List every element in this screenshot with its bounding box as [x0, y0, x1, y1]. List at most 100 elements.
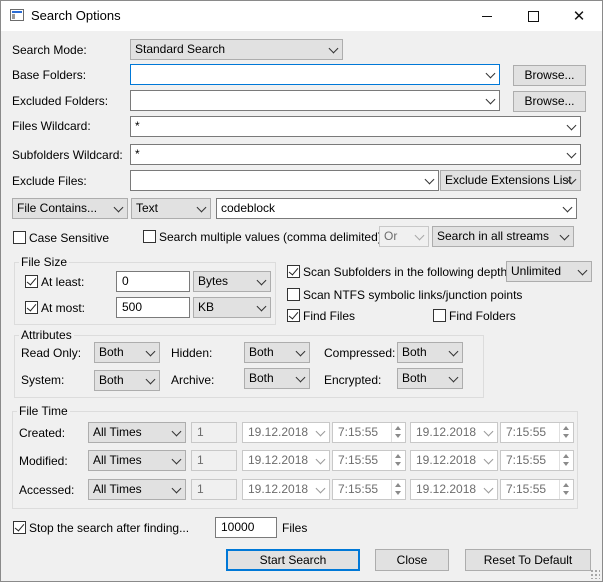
maximize-button[interactable] — [510, 1, 556, 31]
case-sensitive-checkbox[interactable] — [13, 231, 26, 244]
resize-grip-icon[interactable] — [590, 569, 600, 579]
accessed-count-input[interactable]: 1 — [191, 479, 237, 500]
files-wildcard-label: Files Wildcard: — [12, 119, 91, 133]
accessed-to-time-value: 7:15:55 — [506, 482, 547, 496]
scan-depth-value: Unlimited — [511, 264, 562, 278]
created-from-date-value: 19.12.2018 — [248, 425, 309, 439]
modified-to-date[interactable]: 19.12.2018 — [410, 450, 498, 471]
at-least-checkbox[interactable] — [25, 275, 38, 288]
created-mode-select[interactable]: All Times — [88, 422, 186, 443]
chevron-down-icon — [483, 483, 494, 494]
created-mode-value: All Times — [93, 425, 142, 439]
created-to-time[interactable]: 7:15:55 — [500, 422, 574, 443]
modified-from-time[interactable]: 7:15:55 — [332, 450, 406, 471]
archive-label: Archive: — [171, 373, 215, 387]
base-folders-label: Base Folders: — [12, 68, 87, 82]
find-files-checkbox[interactable] — [287, 309, 300, 322]
chevron-down-icon — [256, 301, 267, 312]
exclude-files-input[interactable] — [130, 170, 439, 191]
created-to-date[interactable]: 19.12.2018 — [410, 422, 498, 443]
scan-subfolders-checkbox[interactable] — [287, 265, 300, 278]
at-most-unit-value: KB — [198, 300, 215, 314]
close-button[interactable]: Close — [375, 549, 449, 571]
spin-arrows-icon[interactable] — [559, 480, 573, 499]
stop-search-checkbox[interactable] — [13, 521, 26, 534]
search-mode-value: Standard Search — [135, 42, 226, 56]
spin-arrows-icon[interactable] — [559, 451, 573, 470]
chevron-down-icon — [315, 426, 326, 437]
system-select[interactable]: Both — [94, 370, 160, 391]
content-search-value: codeblock — [221, 201, 276, 215]
exclude-files-label: Exclude Files: — [12, 174, 87, 188]
modified-from-time-value: 7:15:55 — [338, 453, 379, 467]
modified-count-input[interactable]: 1 — [191, 450, 237, 471]
hidden-select[interactable]: Both — [244, 342, 310, 363]
subfolders-wildcard-input[interactable]: * — [130, 144, 581, 165]
multiple-values-checkbox[interactable] — [143, 230, 156, 243]
start-search-button[interactable]: Start Search — [226, 549, 360, 571]
scan-ntfs-checkbox[interactable] — [287, 288, 300, 301]
spin-arrows-icon[interactable] — [391, 480, 405, 499]
streams-select[interactable]: Search in all streams — [432, 226, 574, 247]
archive-select[interactable]: Both — [244, 368, 310, 389]
content-search-input[interactable]: codeblock — [216, 198, 577, 219]
search-mode-select[interactable]: Standard Search — [130, 39, 343, 60]
at-least-input[interactable]: 0 — [116, 271, 190, 292]
at-most-input[interactable]: 500 — [116, 297, 190, 318]
modified-mode-select[interactable]: All Times — [88, 450, 186, 471]
exclude-mode-value: Exclude Extensions List — [445, 173, 572, 187]
accessed-to-date[interactable]: 19.12.2018 — [410, 479, 498, 500]
minimize-button[interactable] — [464, 1, 510, 31]
modified-from-date[interactable]: 19.12.2018 — [242, 450, 330, 471]
chevron-down-icon — [315, 483, 326, 494]
modified-to-time[interactable]: 7:15:55 — [500, 450, 574, 471]
accessed-from-date[interactable]: 19.12.2018 — [242, 479, 330, 500]
reset-to-default-button[interactable]: Reset To Default — [465, 549, 591, 571]
accessed-mode-value: All Times — [93, 482, 142, 496]
at-least-unit-select[interactable]: Bytes — [193, 271, 271, 292]
created-from-time-value: 7:15:55 — [338, 425, 379, 439]
excluded-folders-input[interactable] — [130, 90, 500, 111]
created-from-time[interactable]: 7:15:55 — [332, 422, 406, 443]
compressed-select[interactable]: Both — [397, 342, 463, 363]
base-folders-input[interactable] — [130, 64, 500, 85]
search-options-window: Search Options ✕ Search Mode: Standard S… — [0, 0, 603, 582]
read-only-select[interactable]: Both — [94, 342, 160, 363]
at-most-unit-select[interactable]: KB — [193, 297, 271, 318]
close-window-button[interactable]: ✕ — [556, 1, 602, 31]
chevron-down-icon — [414, 230, 425, 241]
scan-depth-select[interactable]: Unlimited — [506, 261, 592, 282]
files-wildcard-input[interactable]: * — [130, 116, 581, 137]
created-count-input[interactable]: 1 — [191, 422, 237, 443]
exclude-mode-select[interactable]: Exclude Extensions List — [440, 170, 581, 191]
modified-to-date-value: 19.12.2018 — [416, 453, 477, 467]
compressed-label: Compressed: — [324, 346, 396, 360]
encrypted-label: Encrypted: — [324, 373, 382, 387]
scan-ntfs-label: Scan NTFS symbolic links/junction points — [303, 288, 523, 302]
chevron-down-icon — [295, 372, 306, 383]
search-mode-label: Search Mode: — [12, 43, 87, 57]
accessed-mode-select[interactable]: All Times — [88, 479, 186, 500]
spin-arrows-icon[interactable] — [559, 423, 573, 442]
content-format-value: Text — [136, 201, 159, 215]
operator-select[interactable]: Or — [379, 226, 429, 247]
case-sensitive-label: Case Sensitive — [29, 231, 110, 245]
stop-search-count-input[interactable]: 10000 — [215, 517, 277, 538]
find-folders-checkbox[interactable] — [433, 309, 446, 322]
chevron-down-icon — [315, 454, 326, 465]
modified-from-date-value: 19.12.2018 — [248, 453, 309, 467]
at-most-checkbox[interactable] — [25, 301, 38, 314]
accessed-to-time[interactable]: 7:15:55 — [500, 479, 574, 500]
spin-arrows-icon[interactable] — [391, 451, 405, 470]
chevron-down-icon — [171, 454, 182, 465]
accessed-from-time[interactable]: 7:15:55 — [332, 479, 406, 500]
created-from-date[interactable]: 19.12.2018 — [242, 422, 330, 443]
streams-value: Search in all streams — [437, 229, 550, 243]
content-type-select[interactable]: File Contains... — [12, 198, 128, 219]
encrypted-select[interactable]: Both — [397, 368, 463, 389]
excluded-folders-browse-button[interactable]: Browse... — [513, 91, 586, 112]
content-format-select[interactable]: Text — [131, 198, 211, 219]
excluded-folders-label: Excluded Folders: — [12, 94, 109, 108]
base-folders-browse-button[interactable]: Browse... — [513, 65, 586, 86]
spin-arrows-icon[interactable] — [391, 423, 405, 442]
